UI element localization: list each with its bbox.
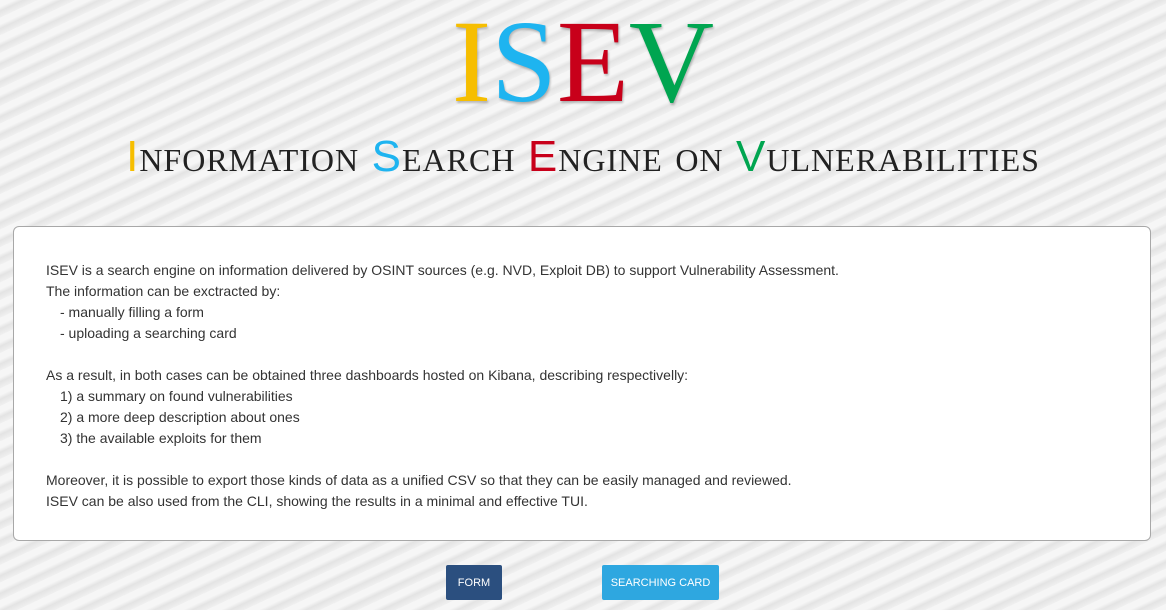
description-list-item: - manually filling a form — [60, 304, 204, 320]
description-panel: ISEV is a search engine on information d… — [13, 226, 1151, 541]
isev-logo: I S E V — [0, 0, 1166, 127]
logo-letter-i: I — [451, 0, 492, 127]
logo-letter-e: E — [556, 0, 629, 127]
description-list-item: 1) a summary on found vulnerabilities — [60, 388, 293, 404]
logo-letter-v: V — [628, 0, 715, 127]
description-line: Moreover, it is possible to export those… — [46, 472, 792, 488]
description-line: As a result, in both cases can be obtain… — [46, 367, 689, 383]
logo-letter-s: S — [491, 0, 557, 127]
searching-card-button[interactable]: Searching card — [602, 565, 719, 600]
page-subtitle: Information Search Engine on Vulnerabili… — [0, 128, 1166, 185]
subtitle-word-vulnerabilities: ulnerabilities — [766, 130, 1040, 181]
subtitle-cap-v: V — [736, 132, 767, 181]
description-list-item: 2) a more deep description about ones — [60, 409, 300, 425]
description-line: ISEV can be also used from the CLI, show… — [46, 493, 588, 509]
description-line: ISEV is a search engine on information d… — [46, 262, 839, 278]
subtitle-cap-e: E — [527, 132, 559, 181]
description-list-item: 3) the available exploits for them — [60, 430, 262, 446]
subtitle-word-information: nformation — [139, 130, 372, 181]
subtitle-cap-s: S — [371, 132, 402, 181]
description-line: The information can be exctracted by: — [46, 283, 281, 299]
subtitle-word-search: earch — [401, 130, 528, 181]
subtitle-word-engine: ngine on — [558, 130, 737, 181]
description-list-item: - uploading a searching card — [60, 325, 237, 341]
subtitle-cap-i: I — [126, 132, 140, 181]
form-button[interactable]: Form — [446, 565, 502, 600]
